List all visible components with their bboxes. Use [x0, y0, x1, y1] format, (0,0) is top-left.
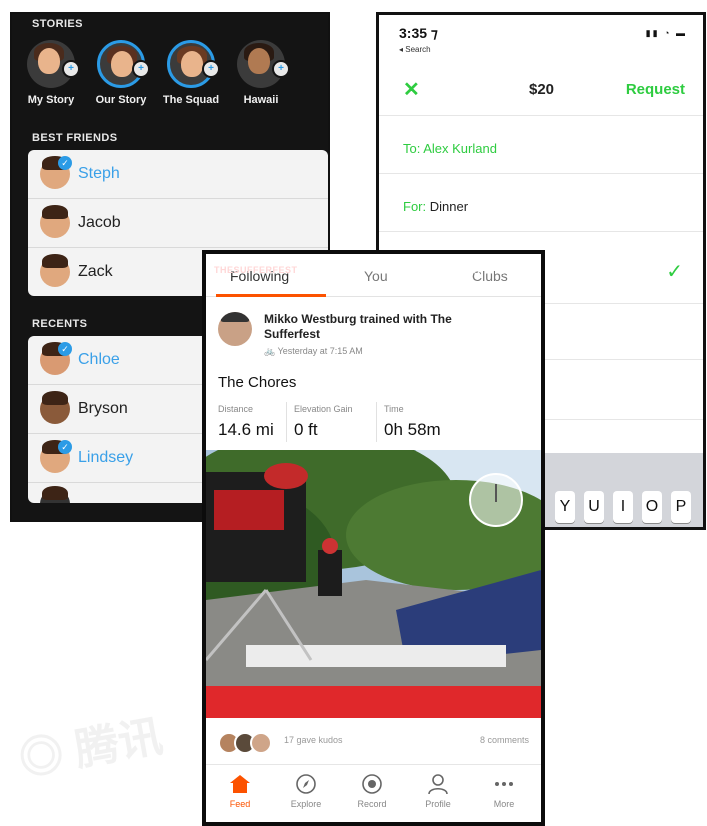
friend-row-steph[interactable]: ✓ Steph: [28, 150, 328, 199]
sponsor-banner[interactable]: [206, 686, 541, 718]
nav-explore[interactable]: Explore: [276, 773, 336, 809]
key-p[interactable]: P: [671, 491, 691, 523]
avatar: [40, 486, 70, 503]
friend-name: Jacob: [78, 214, 121, 231]
active-tab-indicator: [216, 294, 326, 297]
avatar[interactable]: [250, 732, 272, 754]
friend-name: Chloe: [78, 351, 120, 368]
add-icon: +: [132, 60, 150, 78]
amount: $20: [529, 81, 555, 98]
status-icons: ▮▮ ◔ ▬: [645, 28, 687, 38]
record-icon: [361, 773, 383, 795]
watermark-logo: ◎ 腾讯: [15, 711, 167, 786]
profile-icon: [427, 773, 449, 795]
add-icon: +: [62, 60, 80, 78]
nav-label: Record: [357, 799, 387, 809]
divider: [286, 402, 287, 442]
stat-value-distance: 14.6 mi: [218, 420, 274, 439]
divider: [376, 402, 377, 442]
status-time: 3:35 ⁊: [399, 25, 438, 41]
key-y[interactable]: Y: [555, 491, 575, 523]
chevron-right-icon: ›: [525, 263, 529, 277]
nav-profile[interactable]: Profile: [408, 773, 468, 809]
stat-value-time: 0h 58m: [384, 420, 441, 439]
request-button[interactable]: Request: [626, 81, 685, 98]
check-badge-icon: ✓: [58, 440, 72, 454]
home-icon: [229, 773, 251, 795]
best-friends-heading: BEST FRIENDS: [32, 132, 118, 144]
nav-label: Profile: [425, 799, 451, 809]
nav-label: Feed: [229, 799, 251, 809]
activity-time: 🚲 Yesterday at 7:15 AM: [264, 346, 363, 357]
story-our-story[interactable]: + Our Story: [86, 40, 156, 106]
banner-brand: THESUFFERFEST: [214, 265, 298, 275]
nav-label: More: [493, 799, 515, 809]
friend-name: Steph: [78, 165, 120, 182]
avatar: [40, 205, 70, 238]
story-the-squad[interactable]: + The Squad: [156, 40, 226, 106]
key-i[interactable]: I: [613, 491, 633, 523]
close-icon[interactable]: ✕: [403, 77, 420, 102]
nav-label: Explore: [290, 799, 322, 809]
stat-label-elevation: Elevation Gain: [294, 404, 353, 414]
story-label: The Squad: [162, 94, 220, 106]
activity-photo[interactable]: [206, 450, 541, 688]
more-icon: [493, 773, 515, 795]
add-icon: +: [202, 60, 220, 78]
friend-name: Lindsey: [78, 449, 134, 466]
check-badge-icon: ✓: [58, 156, 72, 170]
compass-icon: [295, 773, 317, 795]
comments-count[interactable]: 8 comments: [480, 735, 529, 745]
key-o[interactable]: O: [642, 491, 662, 523]
cycling-photo: [206, 450, 541, 688]
for-field[interactable]: For: Dinner: [403, 199, 468, 214]
to-field[interactable]: To: Alex Kurland: [403, 141, 497, 156]
bike-icon: 🚲: [264, 346, 276, 356]
key-u[interactable]: U: [584, 491, 604, 523]
story-label: Our Story: [95, 94, 147, 106]
kudos-count[interactable]: 17 gave kudos: [284, 735, 343, 745]
tab-you[interactable]: You: [364, 268, 388, 284]
friend-name: Bryson: [78, 400, 128, 417]
friend-row-jacob[interactable]: Jacob: [28, 199, 328, 248]
story-my-story[interactable]: + My Story: [16, 40, 86, 106]
stories-heading: STORIES: [32, 18, 83, 30]
check-badge-icon: ✓: [58, 342, 72, 356]
story-hawaii[interactable]: + Hawaii: [226, 40, 296, 106]
learn-more-link[interactable]: Learn more ›: [460, 263, 529, 277]
stat-value-elevation: 0 ft: [294, 420, 318, 439]
stat-label-time: Time: [384, 404, 404, 414]
stat-label-distance: Distance: [218, 404, 254, 414]
story-label: Hawaii: [243, 94, 279, 106]
nav-feed[interactable]: Feed: [210, 773, 270, 809]
for-label: For:: [403, 199, 427, 214]
checkmark-icon: ✓: [666, 261, 683, 283]
avatar[interactable]: [218, 312, 252, 346]
bottom-nav: Feed Explore Record Profile More: [206, 764, 541, 822]
back-link[interactable]: ◂ Search: [399, 45, 431, 54]
learn-more-label: Learn more: [460, 263, 522, 277]
activity-time-text: Yesterday at 7:15 AM: [277, 346, 363, 356]
athlete-text[interactable]: Mikko Westburg trained with The Sufferfe…: [264, 312, 494, 342]
avatar: [40, 254, 70, 287]
story-label: My Story: [27, 94, 75, 106]
nav-record[interactable]: Record: [342, 773, 402, 809]
recents-heading: RECENTS: [32, 318, 88, 330]
for-value: Dinner: [429, 199, 469, 214]
activity-feed-screen: Following You Clubs Mikko Westburg train…: [202, 250, 545, 826]
add-icon: +: [272, 60, 290, 78]
avatar: [40, 391, 70, 424]
activity-title[interactable]: The Chores: [218, 374, 296, 391]
nav-more[interactable]: More: [474, 773, 534, 809]
friend-name: Zack: [78, 263, 113, 280]
